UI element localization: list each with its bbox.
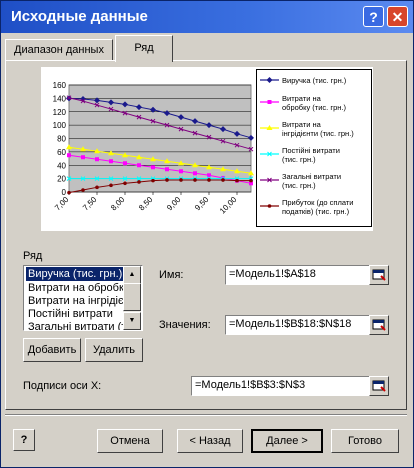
series-group-label: Ряд	[23, 250, 43, 262]
collapse-dialog-button[interactable]	[369, 376, 389, 396]
cancel-button[interactable]: Отмена	[97, 429, 163, 453]
y-tick-label: 80	[57, 135, 66, 144]
y-tick-label: 120	[53, 108, 67, 117]
close-button[interactable]: ✕	[387, 6, 408, 27]
x-tick-label: 7,50	[81, 195, 99, 213]
finish-button[interactable]: Готово	[331, 429, 399, 453]
legend-label: Витрати на	[282, 120, 322, 129]
x-tick-label: 9,00	[165, 195, 183, 213]
legend-label: інгрідієнти (тис. грн.)	[282, 129, 354, 138]
chart-legend: Виручка (тис. грн.) Витрати на обробку (ти…	[256, 69, 372, 227]
x-tick-label: 9,50	[193, 195, 211, 213]
legend-label: обробку (тис. грн.)	[282, 103, 346, 112]
title-bar: Исходные данные ? ✕	[1, 1, 413, 33]
x-tick-label: 7,00	[53, 195, 71, 213]
list-item[interactable]: Загальні витрати (тис. грн.)	[26, 320, 132, 330]
y-tick-label: 20	[57, 175, 66, 184]
data-point	[137, 163, 141, 168]
x-tick-label: 8,50	[137, 195, 155, 213]
data-point	[151, 178, 155, 183]
separator	[5, 414, 407, 416]
legend-marker	[266, 77, 273, 83]
help-title-button[interactable]: ?	[363, 6, 384, 27]
legend-label: Прибуток (до сплати	[282, 198, 353, 207]
data-point	[95, 185, 99, 190]
chart-svg: 0204060801001201401607,00 7,50 8,00 8,50 9,0…	[53, 81, 254, 216]
tab-series[interactable]: Ряд	[115, 35, 173, 62]
legend-label: Постійні витрати	[282, 146, 340, 155]
chart-preview: 0 20 40 60 80 100 120 140 160 7,00 7,50 8,00 8,50 9,0…	[41, 67, 373, 231]
name-label: Имя:	[159, 269, 184, 281]
data-point	[109, 159, 113, 164]
dialog-window: Исходные данные ? ✕ Диапазон данных Ряд …	[0, 0, 414, 468]
collapse-dialog-button[interactable]	[369, 315, 389, 335]
y-tick-label: 140	[53, 94, 67, 103]
y-tick-label: 60	[57, 148, 66, 157]
data-point	[249, 178, 253, 183]
data-point	[151, 165, 155, 170]
window-title: Исходные данные	[11, 8, 148, 25]
data-point	[123, 161, 127, 166]
data-point	[67, 153, 71, 158]
series-list-scrollbar[interactable]: ▲ ▼	[123, 266, 141, 330]
scroll-down-icon[interactable]: ▼	[123, 312, 141, 330]
legend-label: Загальні витрати	[282, 172, 341, 181]
name-field[interactable]: =Модель1!$A$18	[225, 265, 371, 285]
y-tick-label: 40	[57, 161, 66, 170]
values-label: Значения:	[159, 319, 211, 331]
data-point	[179, 178, 183, 182]
data-point	[81, 188, 85, 192]
values-field[interactable]: =Модель1!$B$18:$N$18	[225, 315, 371, 335]
range-select-icon	[372, 380, 386, 392]
data-point	[235, 178, 239, 183]
data-point	[67, 190, 71, 195]
data-point	[179, 169, 183, 174]
y-tick-label: 100	[53, 121, 67, 130]
x-tick-label: 10,00	[218, 195, 239, 216]
data-point	[95, 157, 99, 162]
list-item[interactable]: Постійні витрати	[26, 307, 132, 321]
y-tick-label: 160	[53, 81, 67, 90]
collapse-dialog-button[interactable]	[369, 265, 389, 285]
data-point	[109, 183, 113, 188]
legend-label: Витрати на	[282, 94, 322, 103]
next-button[interactable]: Далее >	[251, 429, 323, 453]
data-point	[221, 178, 225, 182]
data-point	[207, 178, 211, 182]
back-button[interactable]: < Назад	[177, 429, 243, 453]
legend-label: (тис. грн.)	[282, 181, 316, 190]
data-point	[123, 181, 127, 186]
legend-label: Виручка (тис. грн.)	[282, 76, 347, 85]
list-item[interactable]: Виручка (тис. грн.)	[26, 267, 132, 281]
legend-marker	[267, 204, 272, 208]
legend-label: податків) (тис. грн.)	[282, 207, 350, 216]
legend-label: (тис. грн.)	[282, 155, 316, 164]
add-series-button[interactable]: Добавить	[23, 338, 81, 362]
legend-marker	[267, 100, 272, 104]
x-axis-labels-label: Подписи оси X:	[23, 380, 102, 392]
legend-svg: Виручка (тис. грн.)Витрати наобробку (ти…	[260, 76, 354, 216]
data-point	[193, 178, 197, 182]
list-item[interactable]: Витрати на інгрідієнти	[26, 294, 132, 308]
tab-data-range[interactable]: Диапазон данных	[5, 39, 113, 61]
data-point	[81, 155, 85, 160]
scroll-up-icon[interactable]: ▲	[123, 266, 141, 284]
data-point	[165, 178, 169, 182]
x-axis-labels-field[interactable]: =Модель1!$B$3:$N$3	[191, 376, 371, 396]
list-item[interactable]: Витрати на обробку	[26, 281, 132, 295]
help-button[interactable]: ?	[13, 429, 35, 451]
range-select-icon	[372, 269, 386, 281]
scroll-thumb[interactable]	[123, 283, 141, 311]
data-point	[165, 167, 169, 172]
data-point	[193, 171, 197, 176]
x-tick-label: 8,00	[109, 195, 127, 213]
range-select-icon	[372, 319, 386, 331]
delete-series-button[interactable]: Удалить	[85, 338, 143, 362]
data-point	[137, 180, 141, 184]
